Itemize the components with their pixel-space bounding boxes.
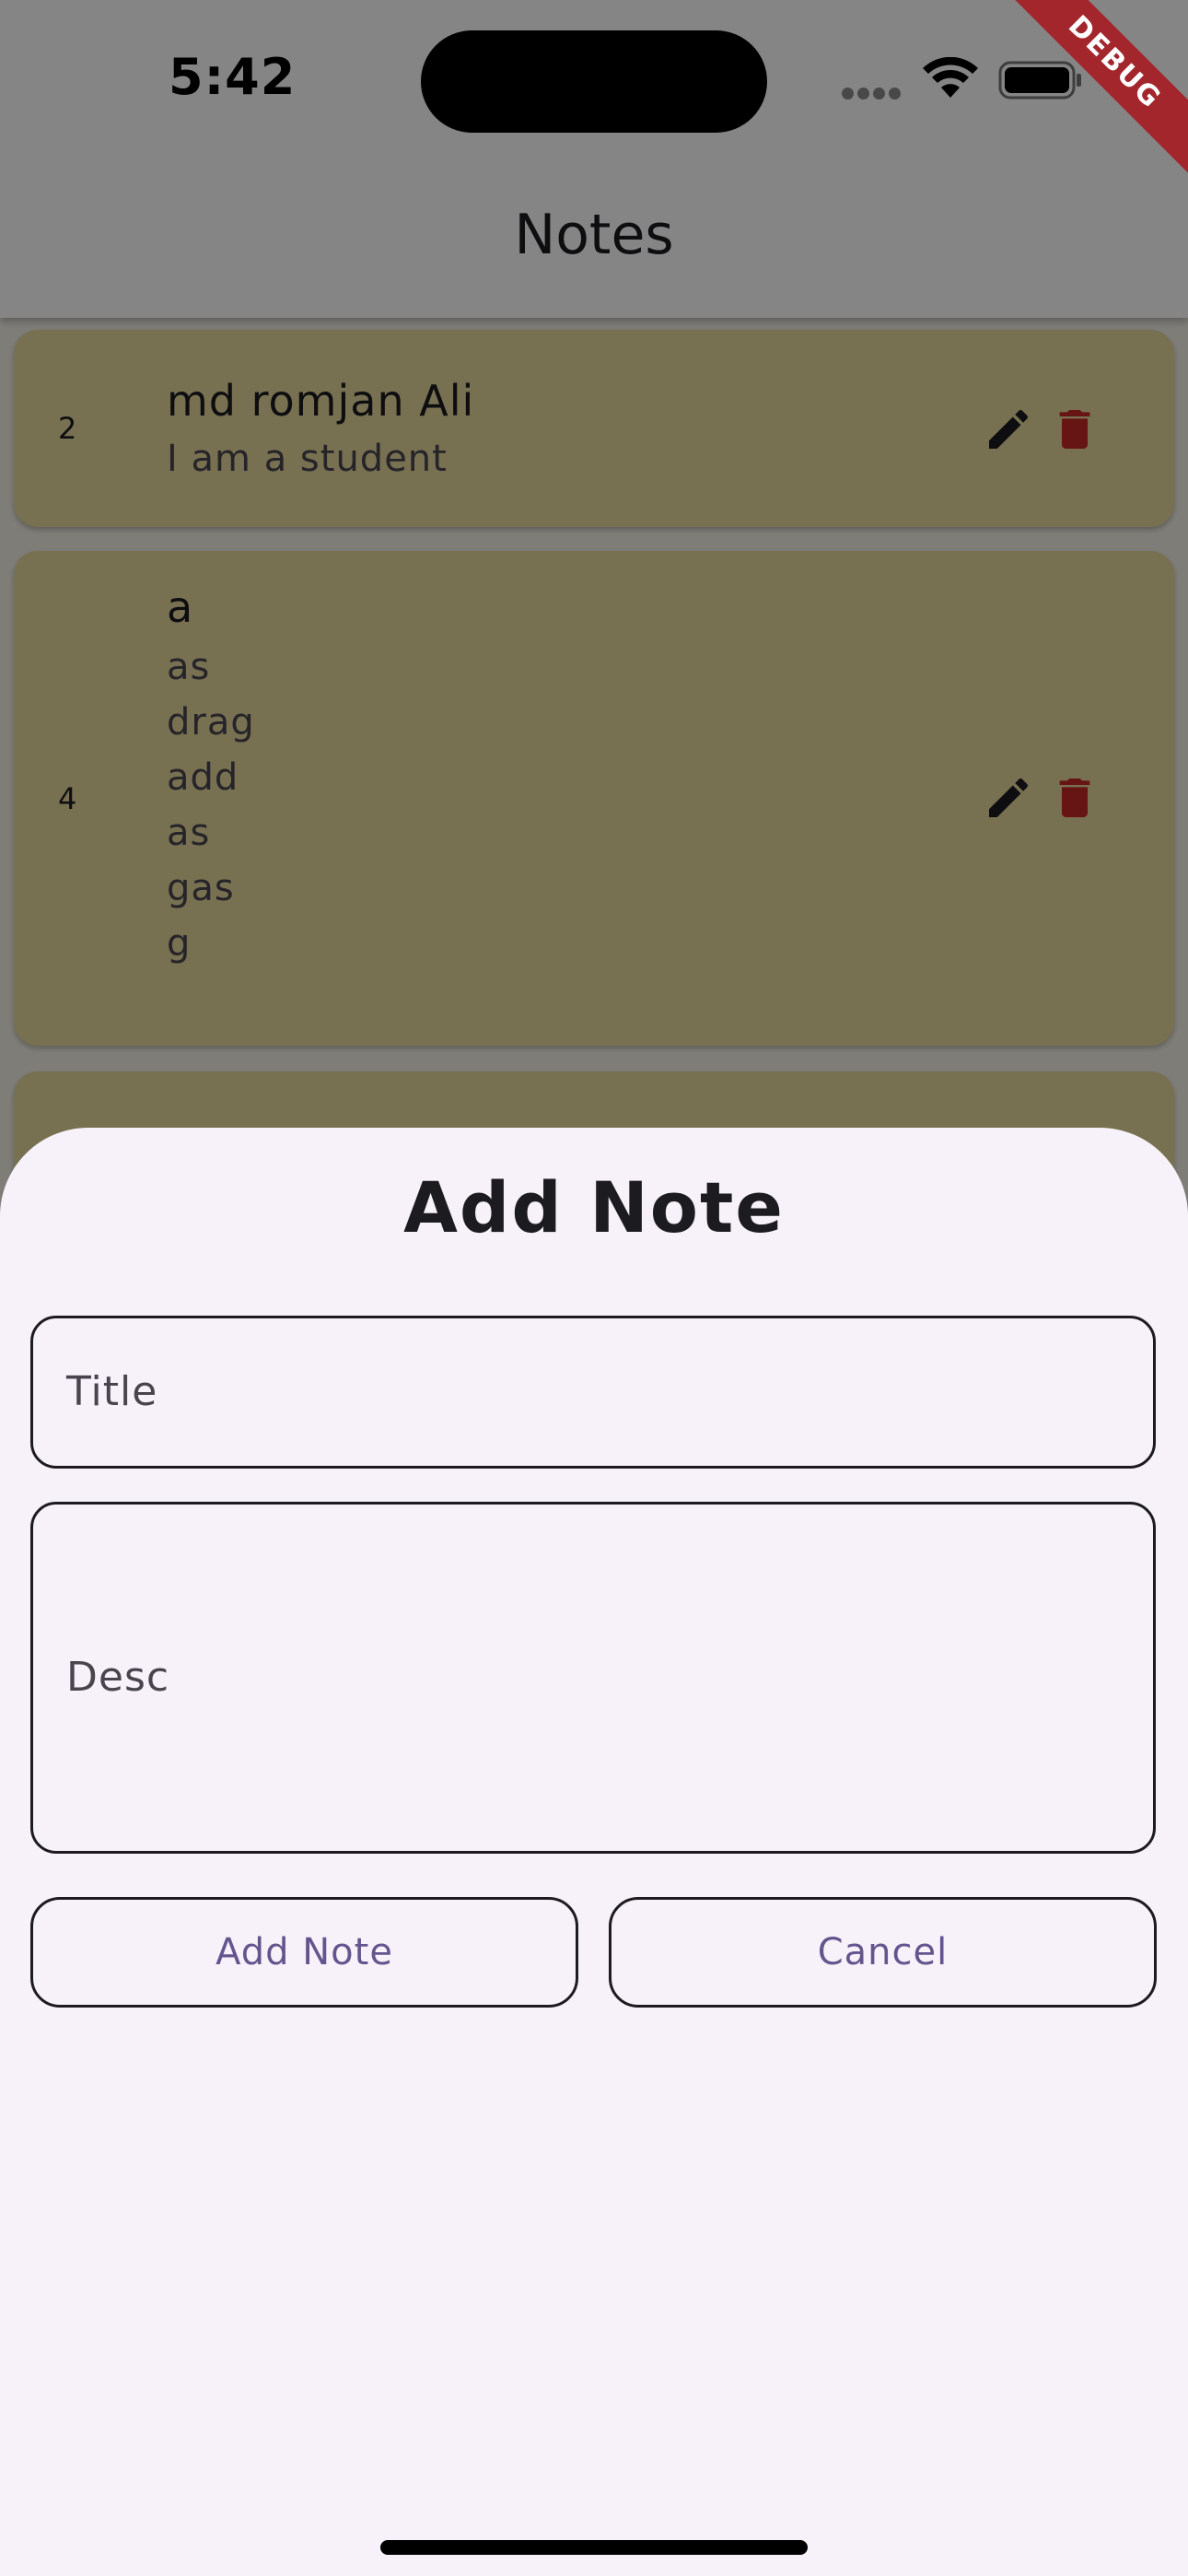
- sheet-title: Add Note: [403, 1166, 785, 1248]
- description-placeholder: Desc: [66, 1654, 170, 1701]
- add-note-button[interactable]: Add Note: [30, 1897, 578, 2008]
- cancel-button[interactable]: Cancel: [609, 1897, 1157, 2008]
- title-input[interactable]: Title: [30, 1316, 1156, 1469]
- description-input[interactable]: Desc: [30, 1502, 1156, 1854]
- title-placeholder: Title: [66, 1368, 158, 1415]
- home-indicator[interactable]: [380, 2540, 808, 2555]
- add-note-sheet: Add Note Title Desc Add Note Cancel: [0, 1128, 1188, 2576]
- screen: 5:42 Notes DEBUG 2 md romjan Ali I am a …: [0, 0, 1188, 2576]
